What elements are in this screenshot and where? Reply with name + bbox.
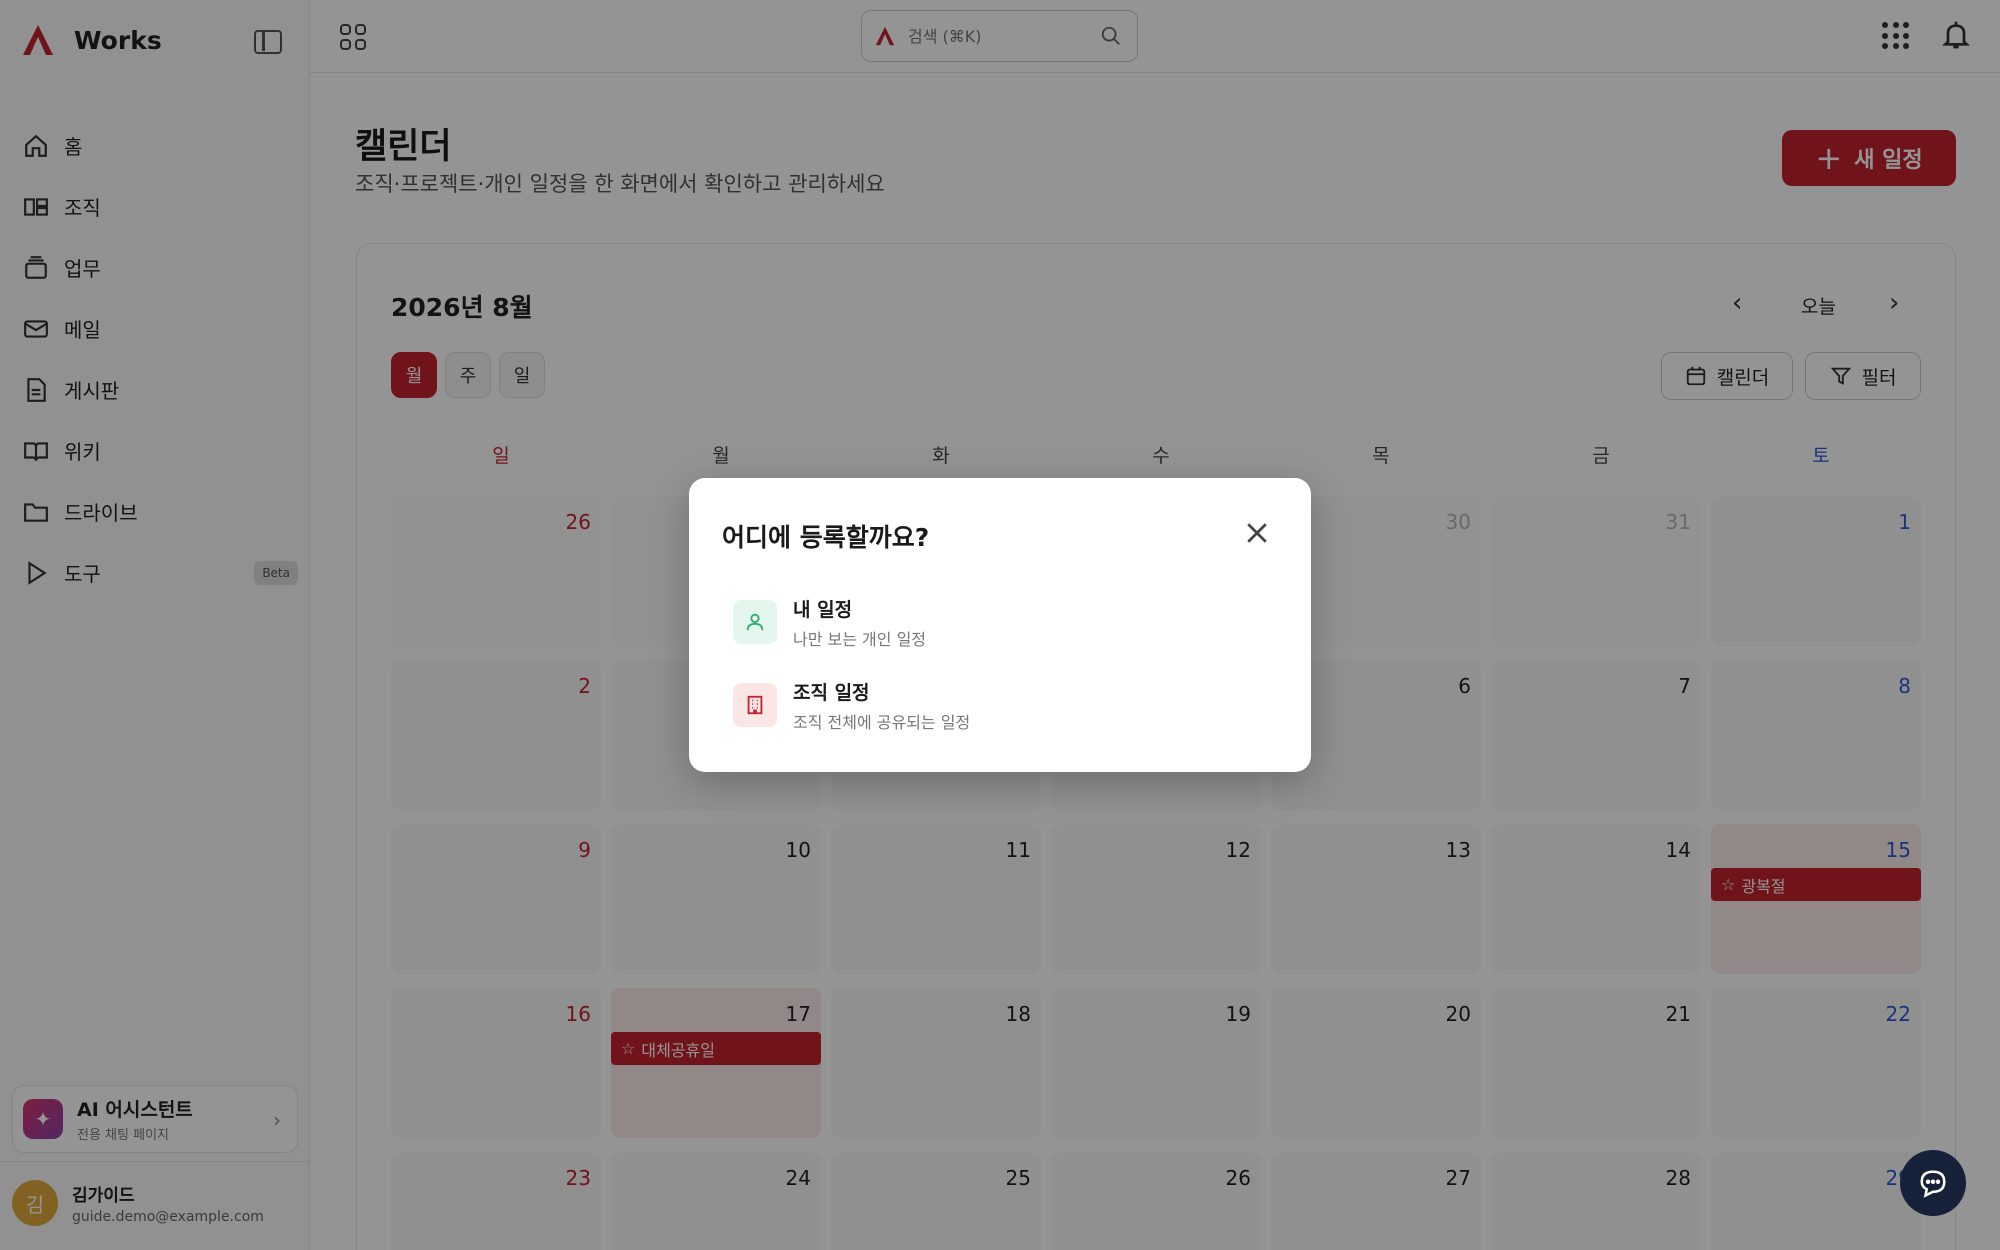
dialog-title: 어디에 등록할까요?: [722, 523, 930, 552]
user-icon: [733, 600, 777, 644]
option-description: 나만 보는 개인 일정: [793, 629, 927, 649]
close-icon[interactable]: [1242, 518, 1272, 548]
option-title: 조직 일정: [793, 681, 870, 704]
register-location-dialog: 어디에 등록할까요? 내 일정 나만 보는 개인 일정 조직 일정 조직 전체에…: [689, 478, 1311, 772]
chat-bubble-icon[interactable]: [1900, 1150, 1966, 1216]
option-title: 내 일정: [793, 598, 853, 621]
option-description: 조직 전체에 공유되는 일정: [793, 712, 971, 732]
option-personal-schedule[interactable]: 내 일정 나만 보는 개인 일정: [733, 592, 1273, 652]
option-org-schedule[interactable]: 조직 일정 조직 전체에 공유되는 일정: [733, 675, 1273, 735]
building-icon: [733, 683, 777, 727]
